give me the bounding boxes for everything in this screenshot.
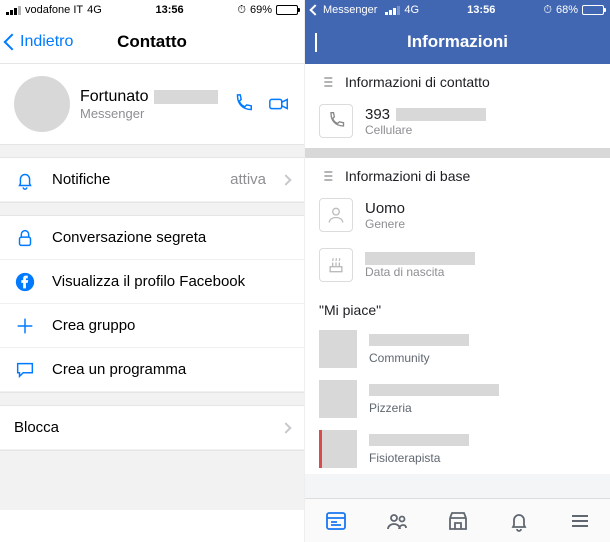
phone-value: 393: [365, 106, 390, 123]
back-to-app-label: Messenger: [323, 4, 377, 16]
redacted-surname: [154, 90, 218, 104]
chevron-right-icon: [280, 174, 291, 185]
alarm-icon: ⏱: [237, 4, 246, 17]
list-icon: [319, 168, 335, 184]
nav-bar: Indietro Contatto: [0, 20, 304, 64]
section-title: Informazioni di contatto: [345, 74, 490, 90]
like-category: Pizzeria: [369, 401, 499, 415]
like-category: Community: [369, 351, 469, 365]
back-button[interactable]: [315, 33, 319, 51]
contact-name: Fortunato: [80, 88, 148, 106]
video-call-button[interactable]: [268, 93, 290, 115]
avatar[interactable]: [14, 76, 70, 132]
like-item[interactable]: Pizzeria: [305, 374, 610, 424]
row-label: Visualizza il profilo Facebook: [52, 273, 290, 290]
signal-icon: [385, 6, 400, 15]
back-to-app-button[interactable]: Messenger: [311, 4, 377, 16]
info-gender: Uomo Genere: [305, 192, 610, 242]
page-title: Contatto: [117, 32, 187, 52]
separator: [0, 392, 304, 406]
gender-value: Uomo: [365, 200, 405, 217]
page-title: Informazioni: [407, 32, 508, 52]
status-bar: Messenger 4G 13:56 ⏱ 68%: [305, 0, 610, 20]
battery-pct: 69%: [250, 4, 272, 16]
chevron-left-icon: [309, 4, 320, 15]
battery-pct: 68%: [556, 4, 578, 16]
like-thumbnail: [319, 430, 357, 468]
separator: [0, 450, 304, 510]
cake-icon: [319, 248, 353, 282]
clock-label: 13:56: [156, 4, 184, 16]
clock-label: 13:56: [467, 4, 495, 16]
redacted-phone: [396, 108, 486, 121]
tab-menu[interactable]: [568, 509, 592, 533]
carrier-label: vodafone IT: [25, 4, 83, 16]
person-icon: [319, 198, 353, 232]
messenger-contact-pane: vodafone IT 4G 13:56 ⏱ 69% Indietro Cont…: [0, 0, 305, 542]
separator: [305, 148, 610, 158]
row-notifications[interactable]: Notifiche attiva: [0, 158, 304, 202]
lock-icon: [14, 227, 36, 249]
tab-friends[interactable]: [385, 509, 409, 533]
voice-call-button[interactable]: [232, 93, 254, 115]
row-create-group[interactable]: Crea gruppo: [0, 304, 304, 348]
section-contact-info: Informazioni di contatto: [305, 64, 610, 98]
row-view-facebook-profile[interactable]: Visualizza il profilo Facebook: [0, 260, 304, 304]
profile-header: Fortunato Messenger: [0, 64, 304, 144]
row-label: Blocca: [14, 419, 266, 436]
speech-icon: [14, 359, 36, 381]
network-label: 4G: [87, 4, 102, 16]
row-label: Crea gruppo: [52, 317, 290, 334]
like-item[interactable]: Community: [305, 324, 610, 374]
gender-label: Genere: [365, 217, 405, 231]
row-block[interactable]: Blocca: [0, 406, 304, 450]
chevron-left-icon: [4, 33, 21, 50]
row-label: Conversazione segreta: [52, 229, 290, 246]
contact-source: Messenger: [80, 106, 222, 121]
plus-icon: [14, 315, 36, 337]
row-label: Notifiche: [52, 171, 214, 188]
row-status: attiva: [230, 171, 266, 188]
signal-icon: [6, 6, 21, 15]
network-label: 4G: [404, 4, 419, 16]
birthdate-label: Data di nascita: [365, 265, 475, 279]
like-category: Fisioterapista: [369, 451, 469, 465]
like-thumbnail: [319, 380, 357, 418]
phone-label: Cellulare: [365, 123, 486, 137]
tab-bar: [305, 498, 610, 542]
nav-bar: Informazioni: [305, 20, 610, 64]
like-item[interactable]: Fisioterapista: [305, 424, 610, 474]
redacted-like-name: [369, 434, 469, 446]
tab-notifications[interactable]: [507, 509, 531, 533]
chevron-right-icon: [280, 422, 291, 433]
status-bar: vodafone IT 4G 13:56 ⏱ 69%: [0, 0, 304, 20]
alarm-icon: ⏱: [543, 4, 552, 17]
section-basic-info: Informazioni di base: [305, 158, 610, 192]
tab-feed[interactable]: [324, 509, 348, 533]
battery-icon: [582, 5, 604, 15]
info-phone[interactable]: 393 Cellulare: [305, 98, 610, 148]
section-likes: "Mi piace": [305, 292, 610, 324]
separator: [0, 202, 304, 216]
back-button[interactable]: Indietro: [6, 33, 73, 51]
battery-icon: [276, 5, 298, 15]
facebook-info-pane: Messenger 4G 13:56 ⏱ 68% Informazioni: [305, 0, 610, 542]
like-thumbnail: [319, 330, 357, 368]
redacted-birthdate: [365, 252, 475, 265]
separator: [0, 144, 304, 158]
info-birthdate: Data di nascita: [305, 242, 610, 292]
redacted-like-name: [369, 384, 499, 396]
facebook-icon: [14, 271, 36, 293]
back-label: Indietro: [20, 33, 73, 51]
redacted-like-name: [369, 334, 469, 346]
tab-marketplace[interactable]: [446, 509, 470, 533]
phone-icon: [319, 104, 353, 138]
list-icon: [319, 74, 335, 90]
row-label: Crea un programma: [52, 361, 290, 378]
section-title: Informazioni di base: [345, 168, 470, 184]
bell-icon: [14, 169, 36, 191]
row-secret-conversation[interactable]: Conversazione segreta: [0, 216, 304, 260]
chevron-left-icon: [315, 33, 317, 52]
row-create-plan[interactable]: Crea un programma: [0, 348, 304, 392]
